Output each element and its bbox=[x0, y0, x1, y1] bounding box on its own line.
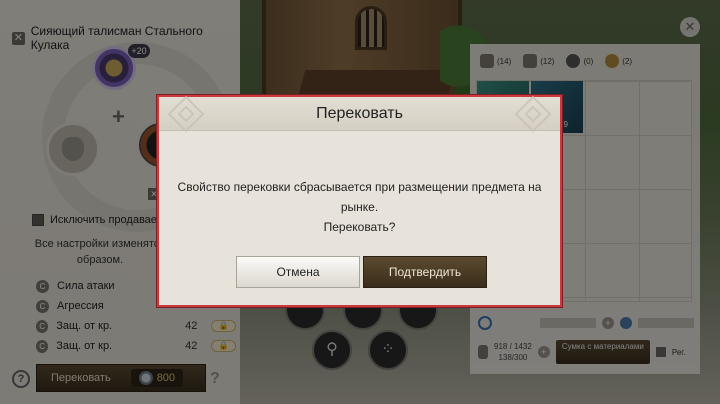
dialog-message-line: Свойство перековки сбрасывается при разм… bbox=[177, 180, 542, 214]
ornament-icon bbox=[167, 95, 205, 133]
dialog-message: Свойство перековки сбрасывается при разм… bbox=[159, 177, 560, 237]
reforge-confirm-dialog: Перековать Свойство перековки сбрасывает… bbox=[157, 95, 562, 307]
cancel-button[interactable]: Отмена bbox=[236, 256, 360, 288]
dialog-header: Перековать bbox=[159, 95, 560, 133]
dialog-title: Перековать bbox=[316, 104, 403, 122]
ornament-icon bbox=[514, 95, 552, 133]
confirm-button[interactable]: Подтвердить bbox=[363, 256, 487, 288]
dialog-message-line: Перековать? bbox=[323, 220, 396, 234]
